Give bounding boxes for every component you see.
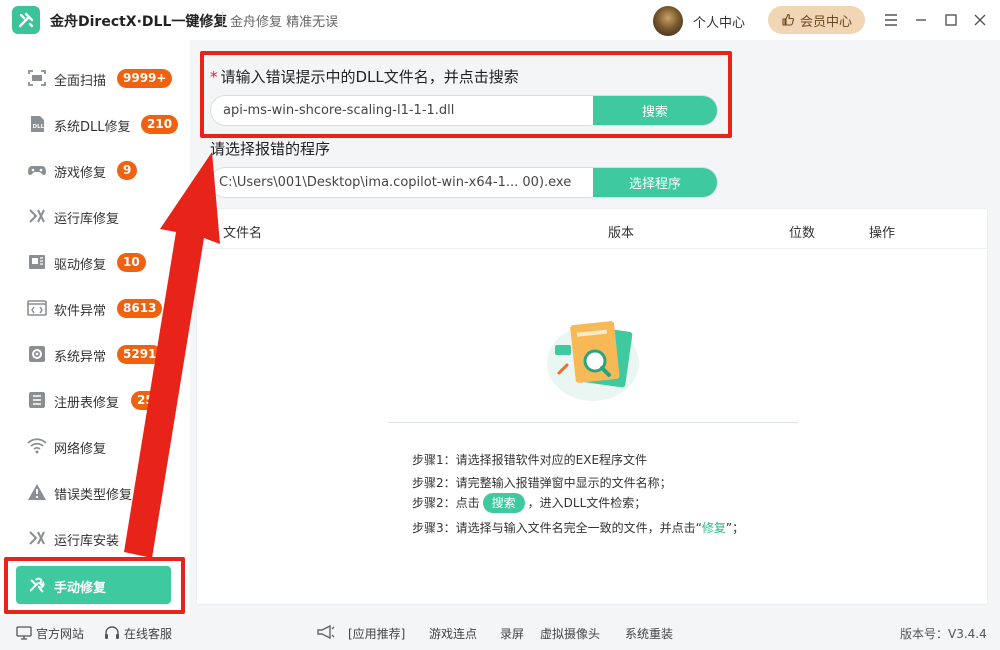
official-site-link[interactable]: 官方网站 — [16, 625, 84, 642]
sidebar-item-registry-repair[interactable]: 注册表修复 25 — [0, 382, 190, 418]
sidebar-item-driver-repair[interactable]: 驱动修复 10 — [0, 244, 190, 280]
headset-icon — [105, 626, 119, 639]
count-badge: 9 — [117, 161, 138, 180]
dll-results-table: 文件名 版本 位数 操作 — [196, 208, 988, 605]
code-icon — [27, 300, 47, 316]
table-header: 文件名 版本 位数 操作 — [197, 209, 987, 249]
title-bar: 金舟DirectX·DLL一键修复 金舟修复 精准无误 个人中心 会员中心 — [0, 0, 1000, 40]
program-path-field: 选择程序 — [210, 167, 718, 198]
column-header-filename: 文件名 — [223, 226, 263, 241]
app-subtitle: 金舟修复 精准无误 — [230, 15, 339, 30]
megaphone-icon — [317, 624, 335, 640]
step-2-text: 步骤2：请完整输入报错弹窗中显示的文件名称； — [412, 476, 672, 490]
sidebar-item-label: 全面扫描 — [54, 74, 107, 89]
count-badge: 9999+ — [117, 69, 173, 88]
footer-link-screen-record[interactable]: 录屏 — [500, 625, 524, 642]
version-label: 版本号：V3.4.4 — [900, 627, 987, 641]
footer-link-game-clicker[interactable]: 游戏连点 — [429, 625, 477, 642]
status-footer: 官方网站 在线客服 [应用推荐] 游戏连点 录屏 虚拟摄像头 系统重装 版本号：… — [0, 615, 1000, 650]
gamepad-icon — [28, 166, 46, 176]
count-badge: 5291 — [117, 345, 163, 364]
runtime-icon — [29, 209, 45, 223]
footer-link-system-reinstall[interactable]: 系统重装 — [625, 625, 673, 642]
app-recommend-label: [应用推荐] — [348, 627, 406, 641]
step-4-prefix: 步骤3：请选择与输入文件名完全一致的文件，并点击“ — [412, 521, 702, 535]
step-1-text: 步骤1：请选择报错软件对应的EXE程序文件 — [412, 453, 648, 467]
sidebar-item-network-repair[interactable]: 网络修复 — [0, 428, 190, 464]
app-title: 金舟DirectX·DLL一键修复 — [50, 14, 228, 30]
sidebar-item-label: 运行库安装 — [54, 534, 120, 549]
maximize-icon[interactable] — [941, 10, 961, 30]
count-badge: 8613 — [117, 299, 163, 318]
sidebar-item-label: 系统DLL修复 — [54, 120, 131, 135]
sidebar-item-label: 软件异常 — [54, 304, 107, 319]
column-header-action: 操作 — [869, 226, 896, 241]
step-3-prefix: 步骤2：点击 — [412, 496, 480, 510]
empty-state-illustration — [547, 321, 639, 401]
column-header-bits: 位数 — [789, 226, 816, 241]
install-icon — [29, 531, 45, 545]
vip-center-label: 会员中心 — [799, 14, 852, 30]
app-logo-icon — [12, 6, 40, 34]
menu-icon[interactable] — [881, 10, 901, 30]
sidebar-item-label: 网络修复 — [54, 442, 107, 457]
step-repair-word: 修复 — [701, 521, 726, 535]
user-center-link[interactable]: 个人中心 — [693, 12, 745, 31]
highlight-box-sidebar — [4, 557, 185, 614]
step-search-pill: 搜索 — [482, 493, 525, 513]
count-badge: 210 — [141, 115, 179, 134]
sidebar-item-system-dll[interactable]: DLL 系统DLL修复 210 — [0, 106, 190, 142]
scan-icon — [28, 70, 46, 86]
footer-link-virtual-camera[interactable]: 虚拟摄像头 — [540, 625, 600, 642]
official-site-label: 官方网站 — [36, 627, 85, 641]
gear-icon — [29, 346, 45, 362]
minimize-icon[interactable] — [911, 10, 931, 30]
warning-icon — [28, 484, 46, 500]
online-service-link[interactable]: 在线客服 — [104, 625, 172, 642]
sidebar-item-full-scan[interactable]: 全面扫描 9999+ — [0, 60, 190, 96]
dll-icon: DLL — [31, 116, 45, 132]
column-header-version: 版本 — [608, 226, 635, 241]
online-service-label: 在线客服 — [124, 627, 173, 641]
sidebar-item-label: 错误类型修复 — [54, 488, 133, 503]
count-badge: 10 — [117, 253, 146, 272]
registry-icon — [29, 392, 45, 408]
close-icon[interactable] — [970, 10, 990, 30]
monitor-icon — [16, 626, 32, 640]
sidebar-item-system-error[interactable]: 系统异常 5291 — [0, 336, 190, 372]
sidebar-item-game-repair[interactable]: 游戏修复 9 — [0, 152, 190, 188]
sidebar-item-label: 游戏修复 — [54, 166, 107, 181]
highlight-box-search — [200, 51, 732, 138]
program-path-input[interactable] — [211, 168, 596, 197]
steps-divider — [388, 422, 798, 423]
sidebar-item-runtime-install[interactable]: 运行库安装 — [0, 520, 190, 556]
sidebar-item-error-type-repair[interactable]: 错误类型修复 — [0, 474, 190, 510]
vip-center-button[interactable]: 会员中心 — [768, 6, 865, 34]
sidebar-item-runtime-repair[interactable]: 运行库修复 — [0, 198, 190, 234]
select-program-button[interactable]: 选择程序 — [593, 168, 717, 197]
sidebar-item-label: 运行库修复 — [54, 212, 120, 227]
svg-text:DLL: DLL — [33, 124, 45, 130]
title-divider — [222, 12, 223, 28]
thumbs-up-icon — [782, 13, 794, 26]
sidebar-item-label: 系统异常 — [54, 350, 107, 365]
user-avatar[interactable] — [653, 6, 683, 36]
step-4-suffix: ”； — [725, 521, 745, 535]
sidebar-item-label: 驱动修复 — [54, 258, 107, 273]
count-badge: 25 — [131, 391, 160, 410]
driver-icon — [29, 255, 45, 269]
step-3-suffix: ，进入DLL文件检索； — [527, 496, 647, 510]
sidebar-item-software-error[interactable]: 软件异常 8613 — [0, 290, 190, 326]
program-prompt: 请选择报错的程序 — [210, 140, 331, 158]
step-3-text: 步骤2：点击 搜索 ，进入DLL文件检索； — [412, 493, 646, 513]
wifi-icon — [27, 438, 47, 454]
step-4-text: 步骤3：请选择与输入文件名完全一致的文件，并点击“修复”； — [412, 519, 744, 536]
sidebar-item-label: 注册表修复 — [54, 396, 120, 411]
